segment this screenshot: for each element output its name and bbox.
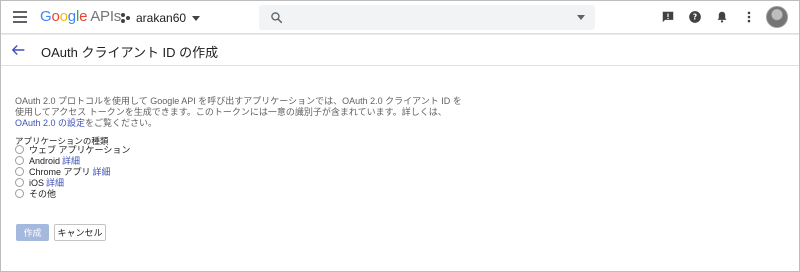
chrome-app-details-link[interactable]: 詳細 — [93, 165, 111, 178]
radio-chrome-app[interactable]: Chrome アプリ 詳細 — [15, 166, 130, 177]
radio-circle[interactable] — [15, 178, 24, 187]
radio-circle[interactable] — [15, 156, 24, 165]
project-name: arakan60 — [136, 11, 187, 25]
create-button[interactable]: 作成 — [16, 224, 49, 241]
radio-circle[interactable] — [15, 145, 24, 154]
project-dots-icon — [121, 12, 131, 24]
cancel-button[interactable]: キャンセル — [54, 224, 106, 241]
description-line-1: OAuth 2.0 プロトコルを使用して Google API を呼び出すアプリ… — [15, 96, 462, 106]
top-bar: Google APIs arakan60 ? — [1, 1, 799, 34]
logo-apis-text: APIs — [90, 8, 122, 25]
radio-other[interactable]: その他 — [15, 188, 130, 199]
description-line-2: 使用してアクセス トークンを生成できます。このトークンには一意の識別子が含まれて… — [15, 107, 447, 117]
radio-circle[interactable] — [15, 167, 24, 176]
search-icon — [271, 12, 283, 24]
chevron-down-icon — [192, 15, 201, 21]
radio-circle[interactable] — [15, 189, 24, 198]
feedback-icon[interactable] — [661, 10, 675, 24]
description-line-3-suffix: をご覧ください。 — [85, 118, 158, 128]
avatar[interactable] — [766, 6, 788, 28]
description-line-3: OAuth 2.0 の設定をご覧ください。 — [15, 118, 435, 129]
search-bar[interactable] — [259, 5, 595, 30]
google-apis-logo[interactable]: Google APIs — [40, 8, 121, 25]
radio-label: iOS — [29, 177, 45, 188]
back-arrow-icon[interactable] — [11, 44, 25, 56]
radio-label: その他 — [29, 189, 57, 199]
radio-label: Android — [29, 155, 61, 166]
project-selector[interactable]: arakan60 — [121, 10, 201, 26]
more-vert-icon[interactable] — [742, 10, 756, 24]
search-input[interactable] — [291, 9, 561, 26]
search-dropdown-icon[interactable] — [577, 15, 585, 20]
help-icon[interactable]: ? — [688, 10, 702, 24]
bell-icon[interactable] — [715, 10, 729, 24]
application-type-radio-group: ウェブ アプリケーション Android 詳細 Chrome アプリ 詳細 iO… — [15, 144, 130, 199]
app-window: Google APIs arakan60 ? OAuth クライアント ID の… — [0, 0, 800, 272]
svg-text:?: ? — [693, 13, 697, 22]
page-header: OAuth クライアント ID の作成 — [1, 35, 799, 66]
description: OAuth 2.0 プロトコルを使用して Google API を呼び出すアプリ… — [15, 96, 462, 129]
page-title: OAuth クライアント ID の作成 — [41, 45, 219, 60]
oauth-settings-link[interactable]: OAuth 2.0 の設定 — [15, 118, 85, 128]
menu-icon[interactable] — [13, 11, 27, 23]
